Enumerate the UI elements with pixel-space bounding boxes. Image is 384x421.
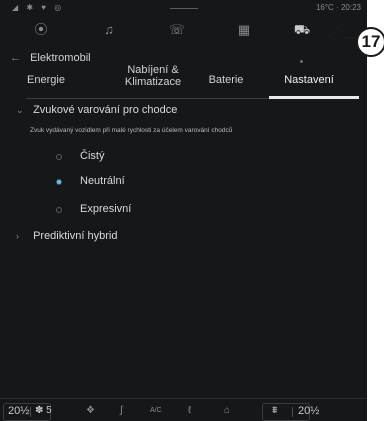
- back-arrow-icon[interactable]: ←: [10, 52, 21, 64]
- tab-bar: Energie Nabíjení & Klimatizace Baterie N…: [26, 64, 359, 99]
- fan-speed: 5: [46, 405, 52, 416]
- steering-heat-icon[interactable]: ℓ: [188, 405, 191, 416]
- radio-button[interactable]: [56, 207, 62, 213]
- fan-icon: ✽: [35, 405, 44, 416]
- section-title: Zvukové varování pro chodce: [33, 104, 178, 116]
- music-note-icon[interactable]: ♫: [98, 20, 120, 40]
- climate-bar: 20½ ✽ 5 ❖ ∫ A/C ℓ ⌂ ⩩ 20½: [0, 398, 367, 421]
- airflow-icon[interactable]: ⩩: [272, 405, 277, 416]
- location-pin-icon[interactable]: ⦿: [30, 20, 52, 40]
- radio-button[interactable]: [56, 154, 62, 160]
- apps-grid-icon[interactable]: ▦: [233, 20, 255, 40]
- status-divider: [170, 8, 198, 9]
- separator: [292, 407, 293, 417]
- radio-button-selected[interactable]: [56, 179, 62, 185]
- page-title: Elektromobil: [30, 52, 91, 64]
- status-clock: 16°C · 20:23: [316, 3, 361, 15]
- separator: [30, 407, 31, 417]
- infotainment-screen: ◢ ✱ ♥ ◎ 16°C · 20:23 ⦿ ♫ ☏ ▦ ⛟ ← Elektro…: [0, 0, 367, 421]
- weather-temp: 16°C: [315, 3, 334, 12]
- car-icon[interactable]: ⛟: [291, 20, 313, 42]
- callout-number: 17: [356, 27, 384, 57]
- status-signals: ◢ ✱ ♥ ◎: [12, 3, 65, 12]
- fan-control[interactable]: ✽ 5: [35, 405, 52, 416]
- chevron-down-icon: ⌄: [16, 105, 24, 115]
- top-nav: ⦿ ♫ ☏ ▦ ⛟: [0, 18, 367, 63]
- tab-baterie[interactable]: Baterie: [206, 74, 246, 86]
- section-description: Zvuk vydávaný vozidlem při malé rychlost…: [30, 127, 233, 134]
- temp-left[interactable]: 20½: [8, 405, 29, 417]
- breadcrumb: ← Elektromobil: [10, 52, 91, 64]
- tab-nabijeni-klimatizace[interactable]: Nabíjení & Klimatizace: [108, 64, 198, 88]
- seat-heat-icon[interactable]: ∫: [120, 405, 123, 416]
- clock-time: 20:23: [340, 3, 361, 12]
- temp-left-unit: ½: [20, 405, 30, 417]
- option-label: Expresivní: [80, 203, 132, 215]
- tab-nastaveni[interactable]: Nastavení: [274, 74, 344, 86]
- pedestrian-warning-section[interactable]: ⌄ Zvukové varování pro chodce: [16, 104, 177, 116]
- tab-energie[interactable]: Energie: [26, 74, 66, 86]
- ac-icon[interactable]: A/C: [150, 407, 162, 414]
- tab-active-indicator: [269, 96, 359, 99]
- active-indicator: [300, 60, 303, 63]
- temp-right[interactable]: 20½: [298, 405, 319, 417]
- temp-right-unit: ½: [310, 405, 320, 417]
- phone-icon[interactable]: ☏: [166, 20, 188, 40]
- rear-defrost-icon[interactable]: ⌂: [224, 405, 230, 416]
- defrost-icon[interactable]: ❖: [86, 405, 95, 416]
- section-title: Prediktivní hybrid: [33, 230, 118, 242]
- status-sep: ·: [336, 3, 339, 12]
- option-label: Neutrální: [80, 175, 125, 187]
- temp-right-value: 20: [298, 405, 311, 417]
- chevron-right-icon: ›: [16, 231, 19, 241]
- predictive-hybrid-section[interactable]: › Prediktivní hybrid: [16, 230, 117, 242]
- option-label: Čistý: [80, 150, 105, 162]
- temp-left-value: 20: [8, 405, 21, 417]
